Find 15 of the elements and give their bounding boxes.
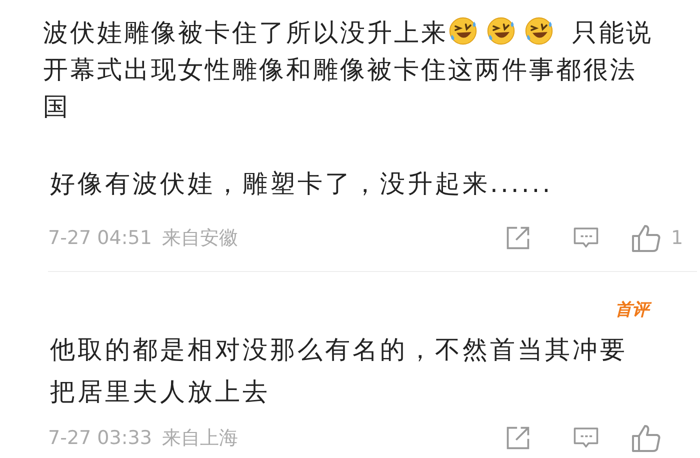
share-icon[interactable] [505, 225, 531, 251]
comment-location: 来自安徽 [162, 226, 238, 251]
post-text: 波伏娃雕像被卡住了所以没升上来 只能说开幕式出现女性雕像和雕像被卡住这两件事都很法国 [43, 15, 654, 123]
laughing-emoji-icon [486, 16, 516, 46]
comment-text: 好像有波伏娃，雕塑卡了，没升起来...... [50, 168, 554, 200]
comment-text: 他取的都是相对没那么有名的，不然首当其冲要把居里夫人放上去 [50, 334, 628, 408]
comment-time: 7-27 03:33 [48, 427, 152, 449]
thumbs-up-icon[interactable] [631, 423, 661, 453]
like-count: 1 [670, 227, 684, 249]
comment-location: 来自上海 [162, 426, 238, 451]
laughing-emoji-icon [524, 16, 554, 46]
share-icon[interactable] [505, 425, 531, 451]
comment-time: 7-27 04:51 [48, 227, 152, 249]
laughing-emoji-icon [448, 16, 478, 46]
thumbs-up-icon[interactable] [631, 223, 661, 253]
